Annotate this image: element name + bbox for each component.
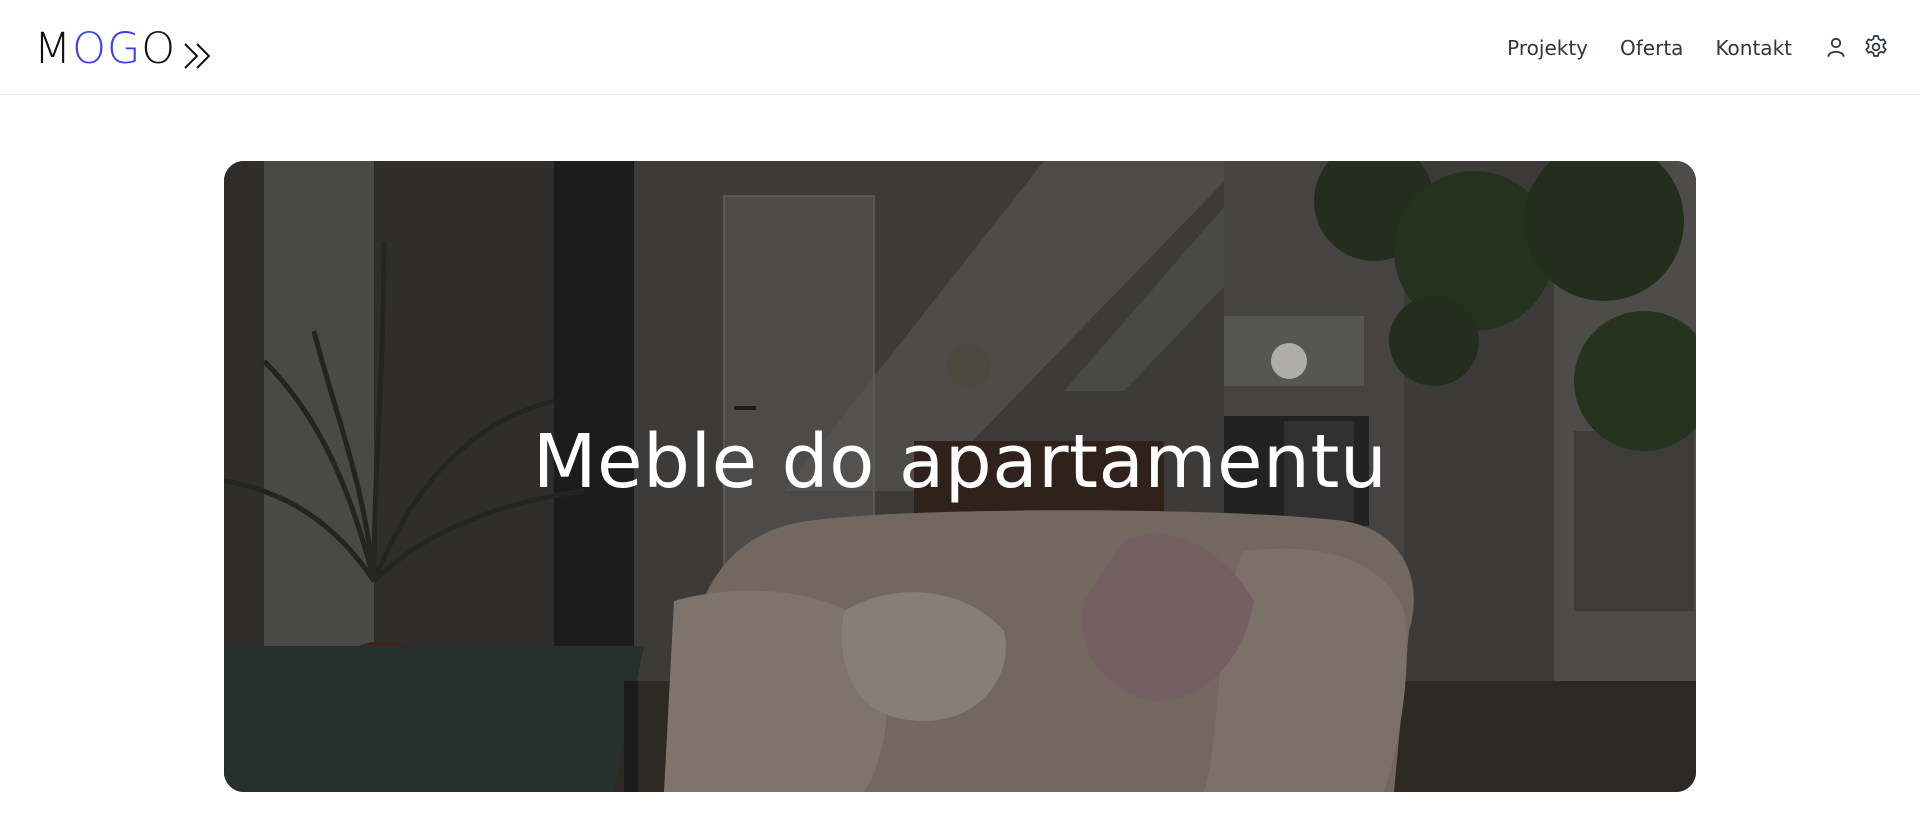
- gear-icon[interactable]: [1862, 33, 1890, 61]
- site-header: MOGO Projekty Oferta Kontakt: [0, 0, 1920, 95]
- main-nav: Projekty Oferta Kontakt: [1507, 30, 1792, 66]
- nav-link-projekty[interactable]: Projekty: [1507, 36, 1588, 60]
- nav-link-kontakt[interactable]: Kontakt: [1715, 36, 1792, 60]
- logo-letter-o-second: O: [141, 24, 177, 74]
- hero-banner[interactable]: Meble do apartamentu: [224, 161, 1696, 792]
- nav-link-oferta[interactable]: Oferta: [1620, 36, 1683, 60]
- logo-letter-o: O: [72, 24, 107, 74]
- logo-letter-g: G: [106, 24, 142, 74]
- user-icon[interactable]: [1822, 33, 1850, 61]
- logo[interactable]: MOGO: [34, 26, 214, 72]
- logo-letter-m: M: [34, 24, 73, 74]
- hero-title: Meble do apartamentu: [532, 419, 1388, 505]
- double-chevron-right-icon: [182, 34, 214, 69]
